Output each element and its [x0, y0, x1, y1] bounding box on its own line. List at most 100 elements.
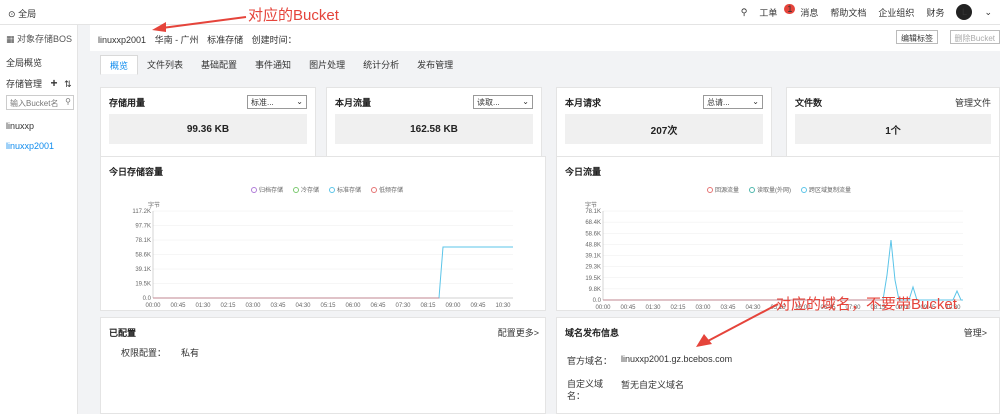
- edit-tags-button[interactable]: 编辑标签: [896, 30, 938, 44]
- stat-title: 文件数: [795, 98, 823, 108]
- stat-title: 存储用量: [109, 98, 146, 108]
- stat-value: 99.36 KB: [109, 114, 307, 144]
- request-type-select[interactable]: 总请... ⌄: [703, 95, 763, 109]
- legend-item[interactable]: 读取量(外网): [749, 185, 791, 194]
- y-tick-label: 0.0: [593, 298, 602, 304]
- x-tick-label: 00:00: [595, 305, 611, 311]
- chevron-down-icon[interactable]: ⌄: [984, 7, 992, 18]
- ticket-badge: 1: [784, 3, 796, 14]
- official-domain-value: linuxxp2001.gz.bcebos.com: [621, 354, 733, 364]
- sidebar-item-overview[interactable]: 全局概览: [6, 56, 42, 69]
- stat-value: 207次: [565, 114, 763, 144]
- perm-value: 私有: [181, 348, 200, 358]
- search-icon[interactable]: ⚲: [65, 97, 71, 106]
- y-tick-label: 117.2K: [132, 209, 151, 215]
- x-tick-label: 03:45: [270, 303, 286, 309]
- x-tick-label: 08:15: [420, 303, 436, 309]
- stat-value: 162.58 KB: [335, 114, 533, 144]
- y-tick-label: 78.1K: [585, 209, 601, 215]
- y-tick-label: 19.5K: [585, 276, 601, 282]
- sidebar-storage-mgmt: 存储管理 + ⇅: [6, 76, 72, 90]
- chevron-down-icon: ⌄: [522, 97, 529, 106]
- tab-image-process[interactable]: 图片处理: [300, 55, 354, 75]
- legend-item[interactable]: 冷存储: [293, 185, 319, 194]
- y-tick-label: 29.3K: [585, 265, 601, 271]
- legend-item[interactable]: 标准存储: [329, 185, 361, 194]
- delete-bucket-button[interactable]: 删除Bucket: [949, 30, 1000, 44]
- bucket-created-label: 创建时间：: [251, 35, 297, 45]
- annotation-domain: 对应的域名，不要带Bucket: [776, 296, 957, 313]
- y-tick-label: 39.1K: [135, 267, 151, 273]
- nav-finance[interactable]: 财务: [926, 6, 944, 19]
- x-tick-label: 09:45: [470, 303, 486, 309]
- sidebar-item-bucket-active[interactable]: linuxxp2001: [6, 141, 54, 151]
- traffic-type-select[interactable]: 读取... ⌄: [473, 95, 533, 109]
- custom-domain-value: 暂无自定义域名: [621, 380, 685, 390]
- nav-message[interactable]: 消息: [800, 6, 818, 19]
- nav-help-docs[interactable]: 帮助文档: [830, 6, 866, 19]
- stat-title: 本月流量: [335, 98, 372, 108]
- chart-legend: 回源流量 读取量(外网) 跨区域复制流量: [707, 185, 851, 194]
- x-tick-label: 02:15: [670, 305, 686, 311]
- x-tick-label: 00:00: [145, 303, 161, 309]
- tab-overview[interactable]: 概览: [100, 55, 139, 75]
- x-tick-label: 00:45: [170, 303, 186, 309]
- location-label: 全局: [18, 9, 37, 19]
- search-icon[interactable]: ⚲: [741, 7, 748, 18]
- grid-icon: ▦: [6, 34, 15, 44]
- chart-legend: 归档存储 冷存储 标准存储 低频存储: [251, 185, 403, 194]
- storage-chart-svg: 字节 117.2K 97.7K 78.1K 58.6K 39.1K 19.5K 0.0 00…: [132, 201, 513, 309]
- y-axis: 117.2K 97.7K 78.1K 58.6K 39.1K 19.5K 0.0: [132, 209, 513, 302]
- nav-ticket[interactable]: 工单 1: [759, 3, 796, 19]
- x-tick-label: 06:00: [345, 303, 361, 309]
- annotation-arrow-icon: [696, 303, 779, 347]
- x-tick-label: 00:45: [620, 305, 636, 311]
- annotation-arrow-icon: [152, 16, 247, 32]
- location-selector[interactable]: ⊙ 全局: [8, 7, 36, 20]
- sort-icon[interactable]: ⇅: [64, 79, 72, 89]
- tab-basic-config[interactable]: 基础配置: [192, 55, 246, 75]
- legend-item[interactable]: 归档存储: [251, 185, 283, 194]
- main-content: linuxxp2001 华南 - 广州 标准存储 创建时间： 编辑标签 删除Bu…: [90, 25, 1000, 414]
- sidebar-item-bucket[interactable]: linuxxp: [6, 121, 34, 131]
- add-icon[interactable]: +: [51, 76, 58, 90]
- y-tick-label: 68.4K: [585, 220, 601, 226]
- bucket-info: linuxxp2001 华南 - 广州 标准存储 创建时间：: [98, 33, 297, 46]
- tab-statistics[interactable]: 统计分析: [354, 55, 408, 75]
- y-axis: 78.1K 68.4K 58.6K 48.8K 39.1K 29.3K 19.5K 9.8K 0…: [585, 209, 963, 304]
- y-tick-label: 48.8K: [585, 242, 601, 248]
- official-domain-label: 官方域名：: [567, 356, 613, 366]
- chart-card-traffic: 今日流量 回源流量 读取量(外网) 跨区域复制流量 字节 78.1K 68.4K 5…: [556, 156, 1000, 311]
- sidebar: ▦ 对象存储BOS 全局概览 存储管理 + ⇅ 输入Bucket名 ⚲ linu…: [0, 25, 78, 414]
- storage-class-select[interactable]: 标准... ⌄: [247, 95, 307, 109]
- x-tick-label: 07:30: [395, 303, 411, 309]
- bucket-storage-class: 标准存储: [207, 35, 244, 45]
- custom-domain-label: 自定义域名：: [567, 379, 604, 401]
- domain-manage-link[interactable]: 管理>: [964, 326, 987, 339]
- x-tick-label: 01:30: [195, 303, 211, 309]
- nav-organization[interactable]: 企业组织: [878, 6, 914, 19]
- x-tick-label: 05:15: [320, 303, 336, 309]
- legend-item[interactable]: 回源流量: [707, 185, 739, 194]
- chart-card-storage: 今日存储容量 归档存储 冷存储 标准存储 低频存储 字节 117.2K 97.7K…: [100, 156, 546, 311]
- legend-item[interactable]: 跨区域复制流量: [801, 185, 851, 194]
- tab-file-list[interactable]: 文件列表: [138, 55, 192, 75]
- y-tick-label: 0.0: [143, 296, 152, 302]
- avatar[interactable]: L: [956, 4, 973, 20]
- y-tick-label: 78.1K: [135, 238, 151, 244]
- config-more-link[interactable]: 配置更多>: [498, 326, 539, 339]
- bucket-name: linuxxp2001: [98, 35, 147, 45]
- tab-publish[interactable]: 发布管理: [408, 55, 462, 75]
- tab-event-notify[interactable]: 事件通知: [246, 55, 300, 75]
- bucket-search-input[interactable]: 输入Bucket名 ⚲: [6, 95, 74, 110]
- y-unit: 字节: [585, 201, 597, 209]
- y-tick-label: 58.6K: [585, 231, 601, 237]
- x-tick-label: 09:00: [445, 303, 461, 309]
- y-tick-label: 97.7K: [135, 224, 151, 230]
- manage-files-link[interactable]: 管理文件: [955, 96, 991, 109]
- chevron-down-icon: ⌄: [296, 97, 303, 106]
- config-card: 已配置 配置更多> 权限配置： 私有: [100, 317, 546, 414]
- x-tick-label: 06:45: [370, 303, 386, 309]
- y-tick-label: 9.8K: [589, 287, 601, 293]
- legend-item[interactable]: 低频存储: [371, 185, 403, 194]
